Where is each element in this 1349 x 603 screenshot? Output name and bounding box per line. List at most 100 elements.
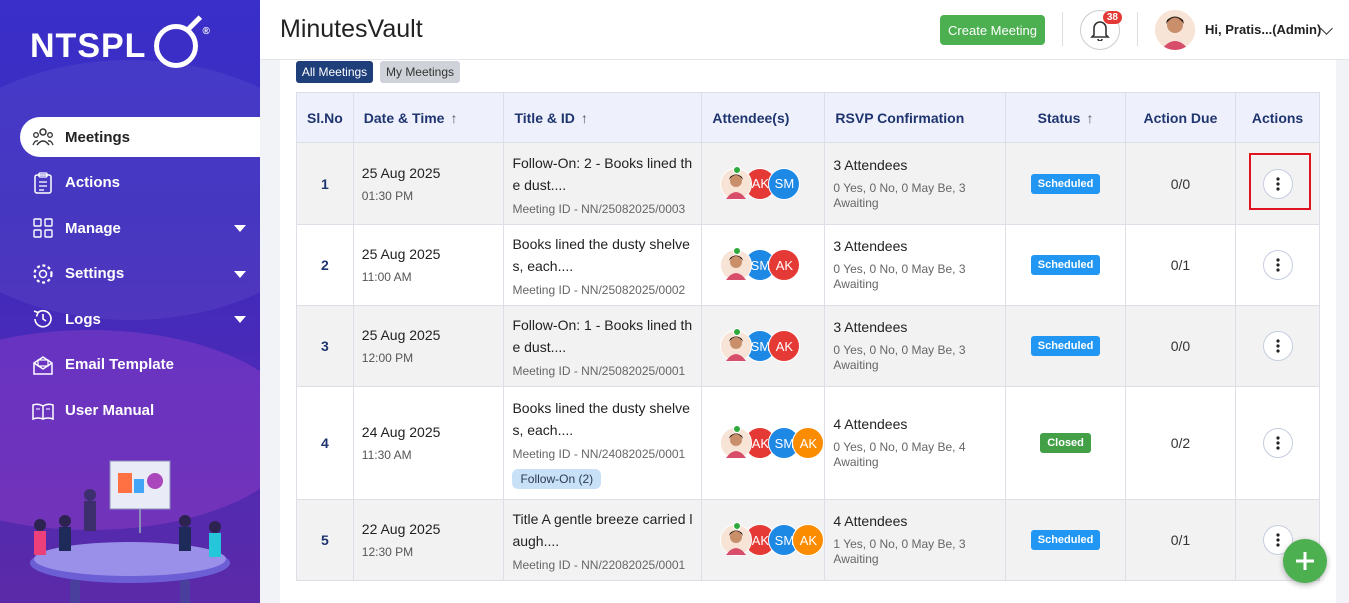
cell-datetime: 25 Aug 2025 12:00 PM (352, 305, 505, 387)
row-actions-button[interactable] (1262, 250, 1293, 280)
rsvp-detail: 0 Yes, 0 No, 0 May Be, 3 Awaiting (833, 343, 966, 372)
table-row[interactable]: 5 22 Aug 2025 12:30 PM Title A gentle breez… (296, 499, 1320, 581)
column-header-datetime[interactable]: Date & Time ↑ (352, 92, 505, 143)
tab-all-meetings[interactable]: All Meetings (296, 61, 373, 83)
attendee-avatar[interactable]: AK (768, 330, 801, 362)
sidebar-item-user-manual[interactable]: User Manual (20, 391, 260, 431)
cell-title[interactable]: Follow-On: 2 - Books lined the dust.... M… (503, 142, 703, 225)
highlight-box (1249, 153, 1312, 210)
header-divider (1137, 12, 1138, 46)
sidebar-item-settings[interactable]: Settings (20, 254, 260, 294)
table-row[interactable]: 4 24 Aug 2025 11:30 AM Books lined the dust… (296, 386, 1320, 500)
attendee-avatars: AK SM AK (720, 522, 825, 556)
sort-arrow-up-icon[interactable]: ↑ (581, 110, 588, 126)
meeting-id: Meeting ID - NN/25082025/0003 (512, 201, 686, 216)
user-avatar[interactable] (1155, 10, 1195, 50)
attendee-avatar[interactable]: SM (768, 167, 801, 200)
meeting-date: 22 Aug 2025 (361, 521, 441, 537)
brand-logo[interactable]: NTSPL ® (30, 24, 211, 68)
status-badge: Scheduled (1030, 255, 1101, 275)
sidebar-item-label: User Manual (65, 402, 155, 420)
attendee-avatars: AK SM AK (720, 425, 825, 459)
chevron-down-icon[interactable] (1320, 22, 1333, 35)
meeting-date: 25 Aug 2025 (361, 246, 441, 262)
sidebar-item-meetings[interactable]: Meetings (20, 117, 260, 157)
meeting-title[interactable]: Books lined the dusty shelves, each.... (512, 397, 693, 441)
column-label: Title & ID (514, 109, 575, 126)
cell-status: Scheduled (1005, 305, 1126, 387)
column-header-title[interactable]: Title & ID ↑ (503, 92, 703, 143)
cell-title[interactable]: Books lined the dusty shelves, each.... M… (503, 224, 703, 306)
rsvp-detail: 1 Yes, 0 No, 0 May Be, 3 Awaiting (833, 537, 966, 566)
sidebar-item-label: Settings (65, 265, 125, 283)
sidebar: NTSPL ® Meetings Actions Manage Settings… (0, 0, 260, 603)
rsvp-count: 3 Attendees (833, 238, 908, 254)
user-greeting[interactable]: Hi, Pratis...(Admin) (1205, 22, 1321, 37)
cell-rsvp: 4 Attendees 1 Yes, 0 No, 0 May Be, 3 Awai… (824, 499, 1007, 581)
caret-down-icon (234, 270, 246, 278)
cell-sl: 5 (296, 499, 354, 581)
meeting-title[interactable]: Follow-On: 1 - Books lined the dust.... (512, 314, 693, 358)
cell-actions (1235, 386, 1320, 500)
cell-datetime: 22 Aug 2025 12:30 PM (352, 499, 505, 581)
create-meeting-button[interactable]: Create Meeting (940, 15, 1045, 45)
sort-arrow-up-icon[interactable]: ↑ (1086, 110, 1093, 126)
row-actions-button[interactable] (1262, 331, 1293, 361)
table-row[interactable]: 3 25 Aug 2025 12:00 PM Follow-On: 1 - Books… (296, 305, 1320, 387)
cell-action-due: 0/2 (1124, 386, 1237, 500)
meetings-table: Sl.No Date & Time ↑ Title & ID ↑ Attendee(… (296, 92, 1320, 581)
table-row[interactable]: 1 25 Aug 2025 01:30 PM Follow-On: 2 - Books… (296, 142, 1320, 225)
column-label: Sl.No (307, 109, 343, 126)
status-badge: Closed (1040, 433, 1091, 453)
notifications-button[interactable]: 38 (1080, 10, 1122, 50)
column-label: Status (1037, 109, 1081, 126)
column-header-attendees: Attendee(s) (701, 92, 826, 143)
cell-sl: 3 (296, 305, 354, 387)
status-badge: Scheduled (1030, 530, 1101, 550)
meeting-time: 12:00 PM (361, 351, 414, 365)
attendee-avatar-photo (720, 328, 753, 362)
meeting-date: 24 Aug 2025 (361, 424, 441, 440)
follow-on-chip[interactable]: Follow-On (2) (512, 469, 602, 489)
column-label: Date & Time (363, 109, 445, 126)
meeting-time: 12:30 PM (361, 545, 414, 559)
user-photo (1155, 10, 1195, 50)
rsvp-detail: 0 Yes, 0 No, 0 May Be, 3 Awaiting (833, 180, 966, 210)
sidebar-item-label: Logs (65, 310, 101, 328)
meeting-id: Meeting ID - NN/24082025/0001 (512, 447, 686, 461)
sort-arrow-up-icon[interactable]: ↑ (450, 110, 457, 126)
meeting-time: 11:30 AM (361, 448, 412, 462)
attendee-avatars: SM AK (720, 247, 824, 281)
online-status-dot (733, 165, 742, 174)
cell-action-due: 0/0 (1124, 305, 1237, 387)
attendee-avatar[interactable]: AK (792, 427, 825, 459)
sidebar-item-logs[interactable]: Logs (20, 299, 260, 339)
cell-datetime: 25 Aug 2025 01:30 PM (352, 142, 505, 225)
sidebar-item-actions[interactable]: Actions (20, 163, 260, 203)
cell-rsvp: 4 Attendees 0 Yes, 0 No, 0 May Be, 4 Awai… (824, 386, 1007, 500)
attendee-avatar[interactable]: AK (792, 524, 825, 556)
sidebar-item-manage[interactable]: Manage (20, 208, 260, 248)
header-divider (1062, 12, 1063, 46)
cell-sl: 2 (296, 224, 354, 306)
cell-rsvp: 3 Attendees 0 Yes, 0 No, 0 May Be, 3 Awai… (824, 142, 1007, 225)
cell-attendees: AK SM AK (701, 386, 826, 500)
row-actions-button[interactable] (1262, 428, 1293, 458)
meeting-title[interactable]: Books lined the dusty shelves, each.... (512, 233, 693, 277)
tab-my-meetings[interactable]: My Meetings (380, 61, 460, 83)
attendee-avatar-photo (720, 425, 753, 459)
cell-title[interactable]: Books lined the dusty shelves, each.... M… (503, 386, 703, 500)
table-row[interactable]: 2 25 Aug 2025 11:00 AM Books lined the dust… (296, 224, 1320, 306)
meeting-title[interactable]: Title A gentle breeze carried laugh.... (512, 508, 693, 552)
cell-sl: 1 (296, 142, 354, 225)
column-header-status[interactable]: Status ↑ (1005, 92, 1126, 143)
attendee-avatar[interactable]: AK (768, 249, 801, 281)
cell-title[interactable]: Title A gentle breeze carried laugh.... M… (503, 499, 703, 581)
sidebar-item-email-template[interactable]: Email Template (20, 345, 260, 385)
rsvp-detail: 0 Yes, 0 No, 0 May Be, 3 Awaiting (833, 262, 966, 291)
sidebar-item-label: Actions (65, 174, 121, 192)
add-floating-button[interactable] (1283, 539, 1327, 583)
more-vertical-icon (1275, 533, 1280, 547)
meeting-title[interactable]: Follow-On: 2 - Books lined the dust.... (512, 152, 693, 196)
cell-title[interactable]: Follow-On: 1 - Books lined the dust.... M… (503, 305, 703, 387)
